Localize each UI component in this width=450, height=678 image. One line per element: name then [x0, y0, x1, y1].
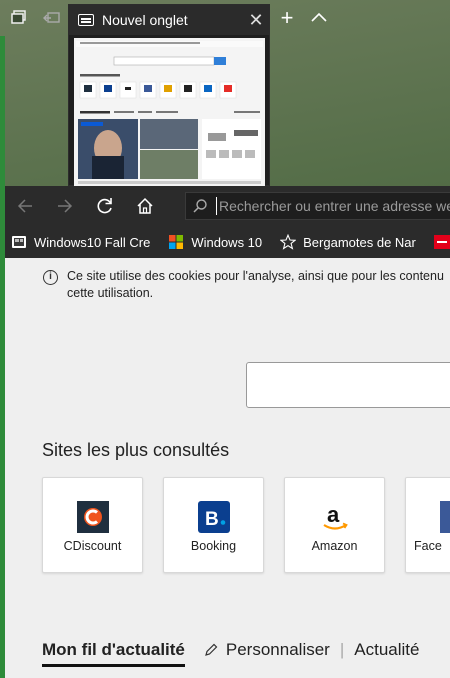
cookie-notice-line2: cette utilisation. [67, 286, 154, 300]
favorite-item-sfr[interactable]: SF [428, 234, 450, 250]
set-aside-tabs-icon[interactable] [42, 8, 62, 28]
windows-tablet-icon [12, 236, 26, 248]
new-tab-page: i Ce site utilise des cookies pour l'ana… [5, 258, 450, 678]
amazon-logo-icon: a [323, 502, 348, 530]
svg-text:B: B [205, 509, 219, 530]
tab-title: Nouvel onglet [102, 12, 188, 28]
back-button[interactable] [5, 186, 45, 226]
top-site-cdiscount[interactable]: CDiscount [42, 477, 143, 573]
top-site-amazon[interactable]: a Amazon [284, 477, 385, 573]
top-site-facebook[interactable]: Face [405, 477, 450, 573]
favorite-item-bergamotes[interactable]: Bergamotes de Nar [274, 234, 416, 250]
favorite-item-windows10-fall[interactable]: Windows10 Fall Cre [5, 234, 150, 250]
personalize-label: Personnaliser [225, 640, 330, 659]
cookie-notice-line1: Ce site utilise des cookies pour l'analy… [67, 269, 444, 283]
new-tab-favicon-icon [78, 14, 94, 26]
address-bar[interactable]: Rechercher ou entrer une adresse web [185, 192, 450, 220]
favorite-item-windows10[interactable]: Windows 10 [162, 234, 262, 250]
tab-header[interactable]: Nouvel onglet ✕ [69, 5, 269, 35]
top-site-booking[interactable]: B Booking [163, 477, 264, 573]
navigation-bar: Rechercher ou entrer une adresse web [5, 186, 450, 226]
personalize-button[interactable]: Personnaliser [203, 640, 330, 660]
arrow-right-icon [58, 199, 73, 213]
info-icon: i [43, 270, 58, 285]
text-cursor [216, 197, 217, 215]
title-bar: Nouvel onglet ✕ + [0, 0, 450, 186]
microsoft-logo-icon [169, 235, 184, 249]
cdiscount-logo-icon [77, 501, 109, 533]
tab-my-feed[interactable]: Mon fil d'actualité [42, 640, 185, 667]
booking-logo-icon: B [198, 501, 230, 533]
refresh-icon [97, 198, 112, 214]
svg-text:a: a [327, 502, 340, 527]
forward-button[interactable] [45, 186, 85, 226]
tab-news[interactable]: Actualité [354, 640, 419, 660]
favorite-label: Windows10 Fall Cre [34, 234, 151, 250]
tab-close-button[interactable]: ✕ [243, 10, 269, 31]
top-site-label: Face [414, 539, 442, 553]
divider: | [339, 640, 345, 659]
chevron-up-icon[interactable] [308, 7, 330, 29]
favorite-label: Windows 10 [191, 234, 263, 250]
refresh-button[interactable] [85, 186, 125, 226]
top-site-label: CDiscount [63, 539, 122, 553]
pencil-icon [205, 643, 218, 656]
arrow-left-icon [17, 199, 32, 213]
address-input[interactable]: Rechercher ou entrer une adresse web [219, 198, 450, 214]
home-icon [137, 197, 153, 214]
sfr-icon [433, 235, 450, 249]
news-feed-tabs: Mon fil d'actualité Personnaliser | Actu… [42, 633, 419, 667]
star-icon [280, 234, 297, 250]
cookie-notice: Ce site utilise des cookies pour l'analy… [67, 268, 450, 302]
new-tab-button[interactable]: + [276, 5, 298, 31]
tab-thumbnail [74, 38, 265, 186]
favorites-bar: Windows10 Fall Cre Windows 10 Bergamotes… [5, 226, 450, 258]
search-icon [193, 199, 207, 213]
top-site-label: Amazon [311, 539, 358, 553]
tab-overview-icon[interactable] [10, 8, 30, 28]
home-button[interactable] [125, 186, 165, 226]
tab-preview[interactable]: Nouvel onglet ✕ [68, 4, 270, 186]
top-site-label: Booking [190, 539, 237, 553]
top-sites-title: Sites les plus consultés [42, 440, 230, 460]
facebook-logo-icon [440, 501, 450, 533]
favorite-label: Bergamotes de Nar [303, 234, 416, 250]
web-search-input[interactable] [246, 362, 450, 408]
